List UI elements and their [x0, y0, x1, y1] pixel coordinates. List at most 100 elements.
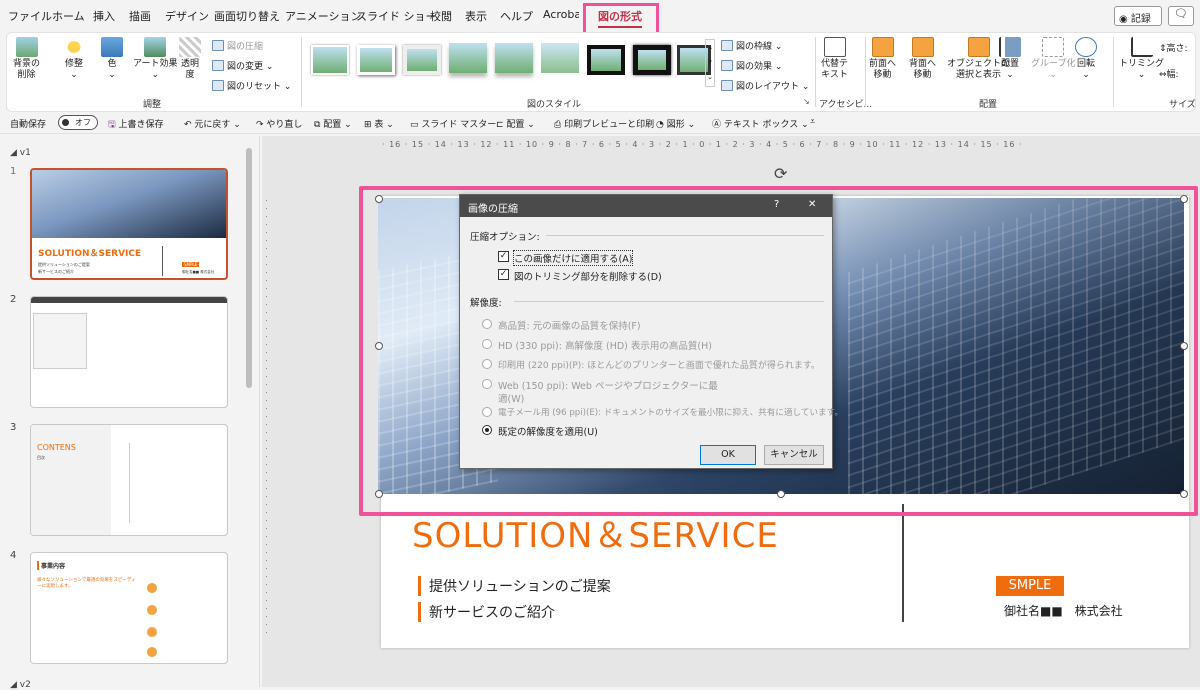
arrange2-button[interactable]: ⊏ 配置 ⌄ [496, 117, 535, 130]
res-radio-default[interactable] [482, 425, 492, 435]
shapes-button[interactable]: ◔ 図形 ⌄ [656, 117, 695, 130]
textbox-button[interactable]: Ⓐ テキスト ボックス ⌄ [712, 117, 809, 130]
res-radio-print[interactable] [482, 359, 492, 369]
tab-design[interactable]: デザイン [165, 8, 209, 24]
ok-button[interactable]: OK [700, 445, 756, 465]
reset-picture-button[interactable]: 図のリセット ⌄ [212, 79, 291, 92]
style-thumb[interactable] [449, 43, 487, 73]
styles-group-label: 図のスタイル [527, 100, 582, 110]
res-label-hq[interactable]: 高品質: 元の画像の品質を保持(F) [498, 318, 641, 332]
tab-help[interactable]: ヘルプ [500, 8, 533, 24]
save-button[interactable]: 🖫 上書き保存 [108, 117, 164, 133]
align-icon [999, 37, 1021, 57]
tab-review[interactable]: 校閲 [430, 8, 452, 24]
slide-thumb-1[interactable]: SOLUTION＆SERVICE 提供ソリューションのご提案 新サービスのご紹介… [30, 168, 228, 280]
res-radio-email[interactable] [482, 407, 492, 417]
close-icon[interactable]: ✕ [808, 199, 816, 210]
tab-draw[interactable]: 描画 [129, 8, 151, 24]
style-thumb[interactable] [633, 45, 671, 75]
tab-transitions[interactable]: 画面切り替え [214, 8, 280, 24]
res-label-hd[interactable]: HD (330 ppi): 高解像度 (HD) 表示用の高品質(H) [498, 338, 712, 352]
res-label-web[interactable]: Web (150 ppi): Web ページやプロジェクターに最 [498, 378, 718, 392]
crop-button[interactable]: トリミング ⌄ [1119, 37, 1164, 81]
style-thumb[interactable] [587, 45, 625, 75]
rotate-icon [1075, 37, 1097, 57]
group-button[interactable]: グループ化 ⌄ [1031, 37, 1075, 81]
remove-background-button[interactable]: 背景の 削除 [13, 37, 40, 81]
style-thumb[interactable] [541, 43, 579, 73]
slide-thumb-3[interactable]: CONTENS 目次 [30, 424, 228, 536]
artistic-effects-button[interactable]: アート効果 ⌄ [133, 37, 177, 81]
slide-line-1[interactable]: 提供ソリューションのご提案 [418, 576, 611, 596]
slide-badge[interactable]: SMPLE [996, 576, 1064, 596]
redo-button[interactable]: ↷ やり直し [256, 117, 302, 130]
slide-thumb-2[interactable] [30, 296, 228, 408]
gallery-scroll[interactable]: ▴ ▾ ⌄ [705, 39, 715, 87]
picture-effects-button[interactable]: 図の効果 ⌄ [721, 59, 782, 72]
res-radio-web[interactable] [482, 379, 492, 389]
transparency-button[interactable]: 透明 度 [179, 37, 201, 81]
width-field[interactable]: ⇔幅: [1159, 67, 1179, 80]
arrange-qat-button[interactable]: ⧉ 配置 ⌄ [314, 117, 352, 130]
height-field[interactable]: ⇕高さ: [1159, 41, 1188, 54]
res-label-email[interactable]: 電子メール用 (96 ppi)(E): ドキュメントのサイズを最小限に抑え、共有… [498, 406, 843, 418]
style-thumb[interactable] [357, 45, 395, 75]
slide-line-2[interactable]: 新サービスのご紹介 [418, 602, 555, 622]
picture-styles-gallery[interactable] [309, 41, 711, 81]
undo-button[interactable]: ↶ 元に戻す ⌄ [184, 117, 241, 130]
dialog-launcher-icon[interactable]: ↘ [803, 97, 810, 106]
alt-text-button[interactable]: 代替テ キスト [821, 37, 848, 81]
ruler-ticks [266, 200, 267, 640]
res-label-default[interactable]: 既定の解像度を適用(U) [498, 424, 598, 438]
style-thumb[interactable] [495, 43, 533, 73]
res-label-print[interactable]: 印刷用 (220 ppi)(P): ほとんどのプリンターと画面で優れた品質が得ら… [498, 358, 820, 371]
slide-master-button[interactable]: ▭ スライド マスター [410, 117, 496, 130]
res-label-web-cont[interactable]: 適(W) [498, 391, 524, 405]
style-thumb[interactable] [311, 45, 349, 75]
divider [865, 37, 866, 107]
section-header[interactable]: ◢ v2 [10, 680, 31, 690]
send-backward-button[interactable]: 背面へ 移動 [909, 37, 936, 81]
picture-border-button[interactable]: 図の枠線 ⌄ [721, 39, 782, 52]
print-preview-button[interactable]: ⎙ 印刷プレビューと印刷 [554, 117, 654, 130]
apply-only-label[interactable]: この画像だけに適用する(A) [512, 250, 634, 266]
tab-animations[interactable]: アニメーション [285, 8, 362, 24]
thumb-circle [147, 647, 157, 657]
tab-acrobat[interactable]: Acrobat [543, 8, 579, 21]
picture-layout-button[interactable]: 図のレイアウト ⌄ [721, 79, 809, 92]
style-thumb[interactable] [403, 45, 441, 75]
tab-slideshow[interactable]: スライド ショー [356, 8, 437, 24]
delete-cropped-label[interactable]: 図のトリミング部分を削除する(D) [514, 269, 662, 283]
help-icon[interactable]: ? [774, 199, 779, 210]
effects-icon [721, 60, 733, 71]
res-radio-hd[interactable] [482, 339, 492, 349]
thumbs-scrollbar[interactable] [246, 148, 252, 388]
record-button[interactable]: ◉ 記録 [1114, 6, 1162, 26]
change-picture-button[interactable]: 図の変更 ⌄ [212, 59, 273, 72]
comments-button[interactable]: 🗨 [1168, 6, 1194, 26]
cancel-button[interactable]: キャンセル [764, 445, 824, 465]
compress-pictures-button[interactable]: 図の圧縮 [212, 39, 263, 52]
tab-insert[interactable]: 挿入 [93, 8, 115, 24]
height-icon: ⇕ [1159, 44, 1167, 54]
slide-company[interactable]: 御社名■■ 株式会社 [1004, 602, 1123, 619]
table-button[interactable]: ⊞ 表 ⌄ [364, 117, 394, 130]
customize-qat-icon[interactable]: ⩡ [810, 117, 815, 127]
pen-icon [721, 40, 733, 51]
align-button[interactable]: 配置 ⌄ [999, 37, 1021, 81]
color-button[interactable]: 色 ⌄ [101, 37, 123, 81]
slide-thumb-4[interactable]: 事業内容 様々なソリューションで最適の効果をスピーディーに実現します。 [30, 552, 228, 664]
apply-only-checkbox[interactable]: ✓ [498, 251, 509, 262]
tab-file[interactable]: ファイル [8, 8, 52, 24]
rotate-button[interactable]: 回転 ⌄ [1075, 37, 1097, 81]
vertical-ruler [262, 200, 274, 640]
corrections-button[interactable]: 修整 ⌄ [63, 37, 85, 81]
delete-cropped-checkbox[interactable]: ✓ [498, 269, 509, 280]
bring-forward-button[interactable]: 前面へ 移動 [869, 37, 896, 81]
tab-home[interactable]: ホーム [52, 8, 85, 24]
res-radio-hq[interactable] [482, 319, 492, 329]
tab-view[interactable]: 表示 [465, 8, 487, 24]
section-header[interactable]: ◢ v1 [10, 148, 31, 158]
autosave-toggle[interactable]: オフ [58, 115, 98, 130]
rotate-handle-icon[interactable]: ⟳ [774, 164, 787, 183]
